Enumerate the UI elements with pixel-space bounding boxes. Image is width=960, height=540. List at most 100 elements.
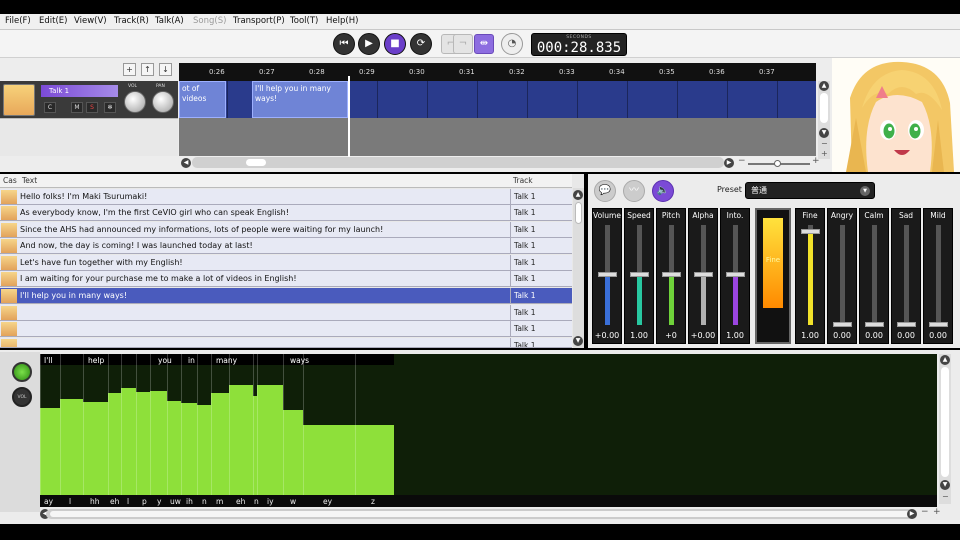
menu-help[interactable]: Help(H): [326, 16, 358, 26]
rewind-button[interactable]: ⏮: [333, 33, 355, 55]
slider-handle[interactable]: [801, 229, 820, 234]
zoom-out-icon[interactable]: −: [821, 139, 828, 148]
emotion-slider[interactable]: Mild 0.00: [923, 208, 953, 344]
phoneme-label[interactable]: uw: [170, 497, 181, 506]
emotion-slider[interactable]: Angry 0.00: [827, 208, 857, 344]
phoneme-label[interactable]: n: [202, 497, 207, 506]
phoneme-boundary[interactable]: [167, 354, 168, 495]
zoom-out-icon[interactable]: −: [942, 492, 949, 501]
param-slider[interactable]: Volume +0.00: [592, 208, 622, 344]
phoneme-boundary[interactable]: [150, 354, 151, 495]
move-track-up-button[interactable]: ↑: [141, 63, 154, 76]
playhead[interactable]: [348, 76, 350, 158]
add-track-button[interactable]: +: [123, 63, 136, 76]
phoneme-boundary[interactable]: [108, 354, 109, 495]
word-label[interactable]: you: [158, 356, 172, 365]
phoneme-boundary[interactable]: [121, 354, 122, 495]
pitch-segment[interactable]: [150, 390, 167, 495]
param-slider[interactable]: Pitch +0: [656, 208, 686, 344]
zoom-plus-icon[interactable]: +: [812, 156, 820, 166]
phoneme-label[interactable]: w: [290, 497, 296, 506]
pitch-segment[interactable]: [283, 410, 303, 495]
phoneme-label[interactable]: z: [371, 497, 375, 506]
pitch-segment[interactable]: [229, 385, 253, 495]
snap-button[interactable]: ⇹: [474, 34, 494, 54]
slider-handle[interactable]: [833, 322, 852, 327]
phoneme-label[interactable]: l: [127, 497, 129, 506]
word-label[interactable]: I'll: [44, 356, 52, 365]
zoom-minus-icon[interactable]: −: [738, 156, 746, 166]
menu-transport[interactable]: Transport(P): [233, 16, 285, 26]
pitch-segment[interactable]: [60, 399, 83, 495]
scroll-up-icon[interactable]: ▲: [573, 190, 583, 200]
slider-handle[interactable]: [929, 322, 948, 327]
emotion-slider[interactable]: Calm 0.00: [859, 208, 889, 344]
param-slider[interactable]: Alpha +0.00: [688, 208, 718, 344]
pitch-segment[interactable]: [181, 403, 197, 495]
phoneme-label[interactable]: eh: [236, 497, 245, 506]
track-vscroll-thumb[interactable]: [820, 93, 828, 123]
phoneme-label[interactable]: ih: [186, 497, 193, 506]
phoneme-boundary[interactable]: [257, 354, 258, 495]
track-solo-button[interactable]: S: [86, 102, 98, 113]
phoneme-boundary[interactable]: [253, 354, 254, 495]
loop-button[interactable]: ⟳: [410, 33, 432, 55]
phoneme-label[interactable]: iy: [267, 497, 274, 506]
menu-song[interactable]: Song(S): [193, 16, 226, 26]
column-text[interactable]: Text: [22, 176, 37, 185]
track-name[interactable]: Talk 1: [41, 85, 118, 97]
mark-end-button[interactable]: ¬: [453, 34, 473, 54]
zoom-slider-handle[interactable]: [774, 160, 781, 167]
list-row[interactable]: Hello folks! I'm Maki Tsurumaki! Talk 1: [0, 189, 572, 205]
metronome-button[interactable]: ◔: [501, 33, 523, 55]
pitch-mode-button[interactable]: [12, 362, 32, 382]
pitch-segment[interactable]: [83, 401, 108, 495]
tone-button[interactable]: 〰: [623, 180, 645, 202]
phoneme-boundary[interactable]: [229, 354, 230, 495]
phoneme-boundary[interactable]: [60, 354, 61, 495]
list-row[interactable]: Talk 1: [0, 338, 572, 348]
slider-handle[interactable]: [897, 322, 916, 327]
pitch-segment[interactable]: [303, 424, 355, 495]
track-cast-button[interactable]: C: [44, 102, 56, 113]
menu-file[interactable]: File(F): [5, 16, 31, 26]
list-row[interactable]: Talk 1: [0, 305, 572, 321]
menu-talk[interactable]: Talk(A): [155, 16, 184, 26]
pan-knob[interactable]: [152, 91, 174, 113]
phoneme-label[interactable]: m: [216, 497, 223, 506]
speech-bubble-button[interactable]: 💬: [594, 180, 616, 202]
volume-knob[interactable]: [124, 91, 146, 113]
empty-track-lane[interactable]: [179, 118, 816, 156]
phoneme-label[interactable]: y: [157, 497, 161, 506]
list-row-selected[interactable]: I'll help you in many ways! Talk 1: [0, 288, 572, 304]
list-row[interactable]: Since the AHS had announced my informati…: [0, 222, 572, 238]
word-label[interactable]: help: [88, 356, 104, 365]
pitch-segment[interactable]: [136, 392, 150, 495]
vol-mode-button[interactable]: VOL: [12, 387, 32, 407]
emotion-slider[interactable]: Sad 0.00: [891, 208, 921, 344]
pitch-segment[interactable]: [121, 387, 136, 495]
talk-clip-selected[interactable]: I'll help you in many ways!: [252, 81, 348, 118]
slider-handle[interactable]: [694, 272, 713, 277]
phoneme-boundary[interactable]: [355, 354, 356, 495]
phoneme-boundary[interactable]: [197, 354, 198, 495]
phoneme-boundary[interactable]: [303, 354, 304, 495]
zoom-in-icon[interactable]: +: [821, 149, 828, 158]
track-vertical-scrollbar[interactable]: ▲ ▼ − +: [818, 81, 830, 159]
preset-select[interactable]: 普通 ▼: [745, 182, 875, 199]
timeline-ruler[interactable]: 0:26 0:27 0:28 0:29 0:30 0:31 0:32 0:33 …: [179, 63, 816, 81]
phoneme-boundary[interactable]: [40, 354, 41, 495]
pitch-vertical-scrollbar[interactable]: ▲ ▼ −: [939, 354, 951, 504]
list-row[interactable]: I am waiting for your purchase me to mak…: [0, 271, 572, 287]
slider-handle[interactable]: [726, 272, 745, 277]
list-row[interactable]: As everybody know, I'm the first CeVIO g…: [0, 205, 572, 221]
pitch-segment[interactable]: [167, 400, 181, 495]
play-button[interactable]: ▶: [358, 33, 380, 55]
phoneme-label[interactable]: ey: [323, 497, 332, 506]
pitch-horizontal-scrollbar[interactable]: [46, 509, 916, 519]
volume-mode-button[interactable]: 🔈: [652, 180, 674, 202]
list-scroll-thumb[interactable]: [575, 202, 582, 224]
track-horizontal-scrollbar[interactable]: [192, 157, 724, 168]
scroll-up-icon[interactable]: ▲: [819, 81, 829, 91]
scroll-down-icon[interactable]: ▼: [573, 336, 583, 346]
